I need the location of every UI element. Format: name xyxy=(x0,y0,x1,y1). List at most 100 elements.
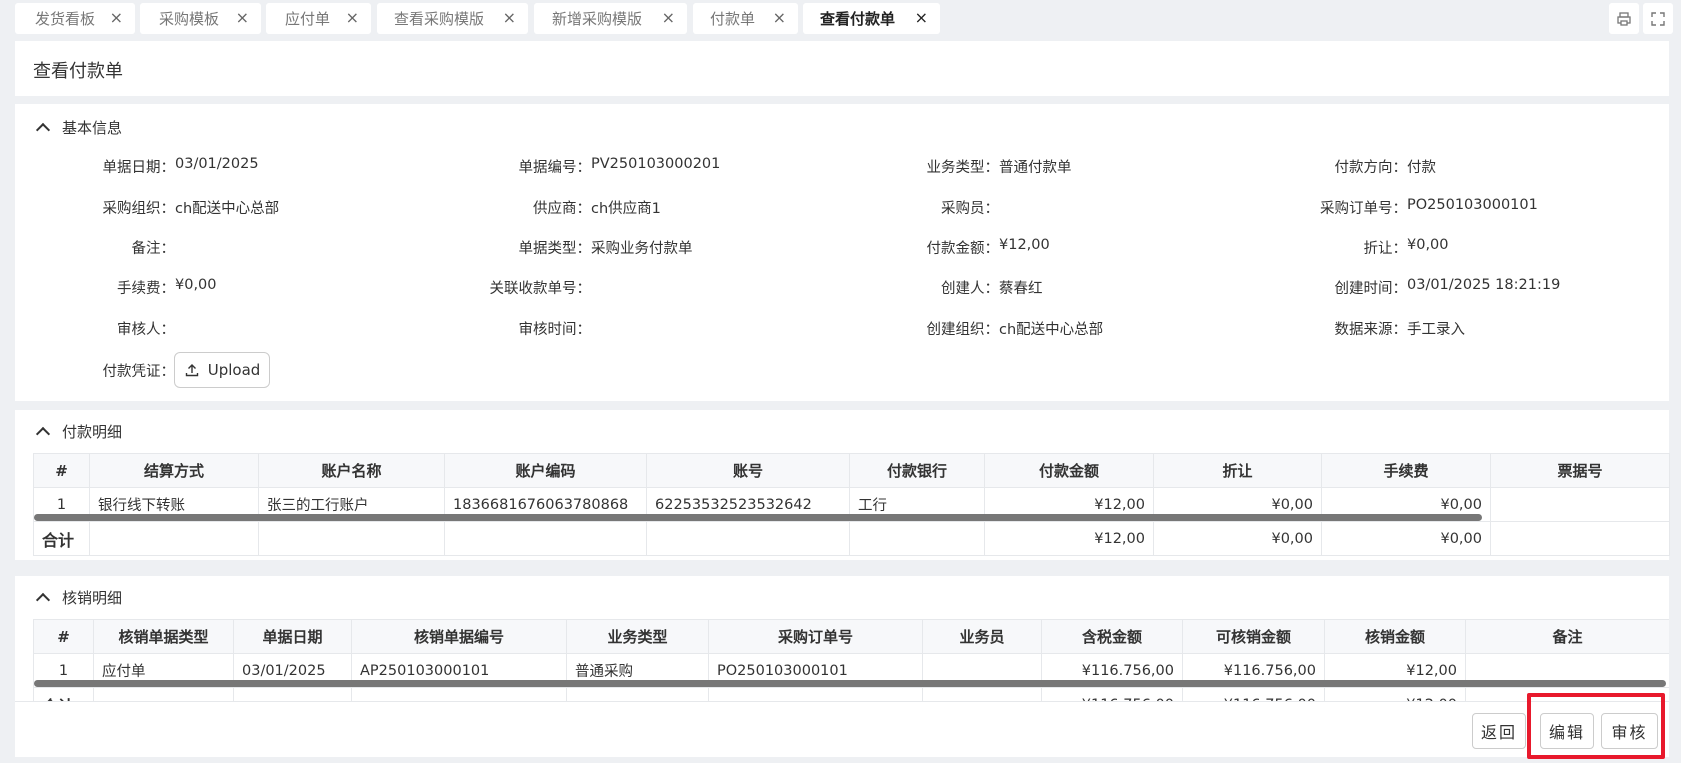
field-label: 审核时间： xyxy=(518,322,592,338)
tab-view-payment[interactable]: 查看付款单 × xyxy=(803,3,940,34)
field-doc-type: 单据类型： 采购业务付款单 xyxy=(463,237,693,258)
table-cell xyxy=(89,521,259,556)
field-payment-direction: 付款方向： 付款 xyxy=(1279,156,1437,177)
close-icon[interactable]: × xyxy=(110,8,123,27)
print-icon-glyph xyxy=(1617,11,1631,26)
field-label: 供应商： xyxy=(533,201,591,217)
upload-button[interactable]: Upload xyxy=(174,352,270,388)
table-cell xyxy=(444,521,647,556)
field-label: 付款凭证： xyxy=(102,364,176,380)
basic-info-header[interactable]: 基本信息 xyxy=(33,117,122,138)
close-icon[interactable]: × xyxy=(236,8,249,27)
column-header: 核销金额 xyxy=(1324,619,1466,654)
field-voucher: 付款凭证： xyxy=(55,360,176,381)
tab-label: 发货看板 xyxy=(35,10,96,28)
column-header: 票据号 xyxy=(1490,453,1670,488)
field-label: 备注： xyxy=(131,241,176,257)
field-label: 创建人： xyxy=(941,281,999,297)
table-cell xyxy=(708,687,923,701)
close-icon[interactable]: × xyxy=(662,8,675,27)
column-header: 账户名称 xyxy=(258,453,445,488)
tab-shipping-board[interactable]: 发货看板 × xyxy=(15,3,135,34)
back-button[interactable]: 返回 xyxy=(1472,713,1526,749)
table-total-row: 合计 ¥12,00 ¥0,00 ¥0,00 xyxy=(33,521,1670,556)
table-cell xyxy=(849,521,985,556)
verification-content: 核销明细 # 核销单据类型 单据日期 核销单据编号 业务类型 采购订单号 业务员… xyxy=(15,576,1669,701)
field-label: 付款方向： xyxy=(1334,160,1408,176)
total-label: 合计 xyxy=(33,687,94,701)
tab-bar: 发货看板 × 采购模板 × 应付单 × 查看采购模版 × 新增采购模版 × 付款… xyxy=(0,0,1681,38)
field-value: 蔡春红 xyxy=(999,281,1043,297)
column-header: 手续费 xyxy=(1321,453,1491,488)
field-label: 审核人： xyxy=(117,322,175,338)
table-header-row: # 结算方式 账户名称 账户编码 账号 付款银行 付款金额 折让 手续费 票据号 xyxy=(33,453,1670,488)
column-header: 付款金额 xyxy=(984,453,1154,488)
payment-detail-header[interactable]: 付款明细 xyxy=(33,421,122,442)
close-icon[interactable]: × xyxy=(915,8,928,27)
field-purchase-order-no: 采购订单号： PO250103000101 xyxy=(1279,197,1538,218)
field-payment-amount: 付款金额： ¥12,00 xyxy=(871,237,1050,258)
column-header: 账号 xyxy=(646,453,850,488)
tab-purchase-template[interactable]: 采购模板 × xyxy=(140,3,261,34)
tab-new-purchase-template[interactable]: 新增采购模版 × xyxy=(534,3,687,34)
table-cell xyxy=(1490,487,1670,522)
tab-payable[interactable]: 应付单 × xyxy=(266,3,371,34)
field-supplier: 供应商： ch供应商1 xyxy=(463,197,661,218)
close-icon[interactable]: × xyxy=(503,8,516,27)
field-audit-time: 审核时间： xyxy=(463,318,592,339)
field-value: ¥0,00 xyxy=(175,277,217,293)
chevron-up-icon xyxy=(35,426,51,442)
column-header: # xyxy=(33,619,94,654)
field-doc-number: 单据编号： PV250103000201 xyxy=(463,156,721,177)
table-cell: ¥0,00 xyxy=(1153,521,1322,556)
table-cell xyxy=(646,521,850,556)
field-value: ¥12,00 xyxy=(999,237,1050,253)
payment-detail-table: # 结算方式 账户名称 账户编码 账号 付款银行 付款金额 折让 手续费 票据号… xyxy=(33,453,1670,556)
table-cell: ¥116.756,00 xyxy=(1182,687,1325,701)
payment-detail-section: 付款明细 # 结算方式 账户名称 账户编码 账号 付款银行 付款金额 折让 手续… xyxy=(15,410,1670,560)
section-title: 付款明细 xyxy=(62,423,123,441)
table-cell xyxy=(922,687,1042,701)
close-icon[interactable]: × xyxy=(346,8,359,27)
table-cell: ¥116.756,00 xyxy=(1041,687,1183,701)
field-linked-receipt-no: 关联收款单号： xyxy=(463,277,592,298)
page-header: 查看付款单 xyxy=(15,41,1669,96)
field-created-time: 创建时间： 03/01/2025 18:21:19 xyxy=(1279,277,1561,298)
table-cell xyxy=(566,687,709,701)
column-header: 可核销金额 xyxy=(1182,619,1325,654)
verification-detail-header[interactable]: 核销明细 xyxy=(33,587,122,608)
field-label: 数据来源： xyxy=(1334,322,1408,338)
horizontal-scrollbar[interactable] xyxy=(34,680,1666,687)
column-header: 业务员 xyxy=(922,619,1042,654)
tab-label: 付款单 xyxy=(710,10,756,28)
table-cell xyxy=(93,687,234,701)
field-value: 03/01/2025 xyxy=(175,156,259,172)
field-label: 手续费： xyxy=(117,281,175,297)
tab-payment[interactable]: 付款单 × xyxy=(693,3,798,34)
field-label: 单据编号： xyxy=(518,160,592,176)
field-value: 付款 xyxy=(1407,160,1436,176)
print-icon[interactable] xyxy=(1609,3,1639,34)
table-cell xyxy=(233,687,352,701)
column-header: 核销单据编号 xyxy=(351,619,567,654)
tab-label: 应付单 xyxy=(285,10,331,28)
close-icon[interactable]: × xyxy=(773,8,786,27)
column-header: 单据日期 xyxy=(233,619,352,654)
fullscreen-icon-glyph xyxy=(1651,11,1665,26)
highlight-box xyxy=(1527,693,1665,759)
footer-divider xyxy=(15,701,1669,702)
tab-view-purchase-template[interactable]: 查看采购模版 × xyxy=(377,3,528,34)
upload-icon xyxy=(185,364,198,377)
column-header: 结算方式 xyxy=(89,453,259,488)
tab-label: 采购模板 xyxy=(159,10,220,28)
field-doc-date: 单据日期： 03/01/2025 xyxy=(55,156,259,177)
section-title: 核销明细 xyxy=(62,589,123,607)
upload-label: Upload xyxy=(207,361,261,379)
table-cell xyxy=(258,521,445,556)
horizontal-scrollbar[interactable] xyxy=(34,514,1482,521)
table-header-row: # 核销单据类型 单据日期 核销单据编号 业务类型 采购订单号 业务员 含税金额… xyxy=(33,619,1669,654)
fullscreen-icon[interactable] xyxy=(1643,3,1673,34)
verification-detail-section: 核销明细 # 核销单据类型 单据日期 核销单据编号 业务类型 采购订单号 业务员… xyxy=(15,576,1669,757)
column-header: 折让 xyxy=(1153,453,1322,488)
section-title: 基本信息 xyxy=(62,119,123,137)
